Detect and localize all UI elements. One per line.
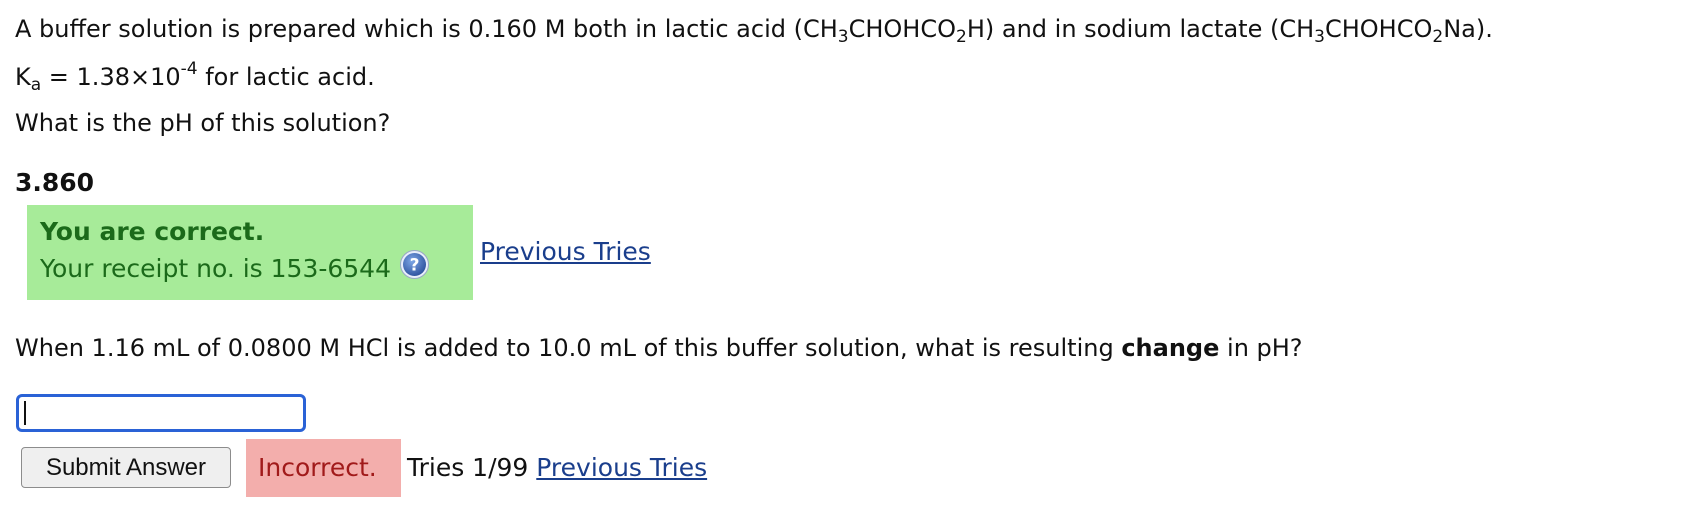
tries-count: Tries 1/99 [407,453,529,482]
lactic-acid-formula: CH3CHOHCO2H [802,15,985,47]
answer-input[interactable] [16,394,306,432]
ka-statement: Ka = 1.38×10-4 for lactic acid. [15,59,375,95]
question1-statement: A buffer solution is prepared which is 0… [15,15,1493,47]
question1-prompt: What is the pH of this solution? [15,109,391,137]
question-mark-icon[interactable]: ? [399,249,430,287]
previous-tries-link[interactable]: Previous Tries [480,237,651,267]
previous-tries-link-2[interactable]: Previous Tries [536,453,707,482]
question2-prompt: When 1.16 mL of 0.0800 M HCl is added to… [15,334,1303,362]
sodium-lactate-formula: CH3CHOHCO2Na [1279,15,1476,47]
correct-title: You are correct. [40,217,265,246]
tries-line: Tries 1/99 Previous Tries [407,453,707,483]
incorrect-feedback-box: Incorrect. [246,439,401,497]
receipt-text: Your receipt no. is 153-6544 [40,254,391,283]
submit-answer-button[interactable]: Submit Answer [21,447,231,488]
receipt-line: Your receipt no. is 153-6544? [40,250,430,287]
text-cursor [24,401,26,425]
correct-feedback-box: You are correct. Your receipt no. is 153… [27,205,473,300]
incorrect-label: Incorrect. [258,453,377,482]
svg-text:?: ? [410,256,420,276]
submitted-answer: 3.860 [15,168,95,197]
